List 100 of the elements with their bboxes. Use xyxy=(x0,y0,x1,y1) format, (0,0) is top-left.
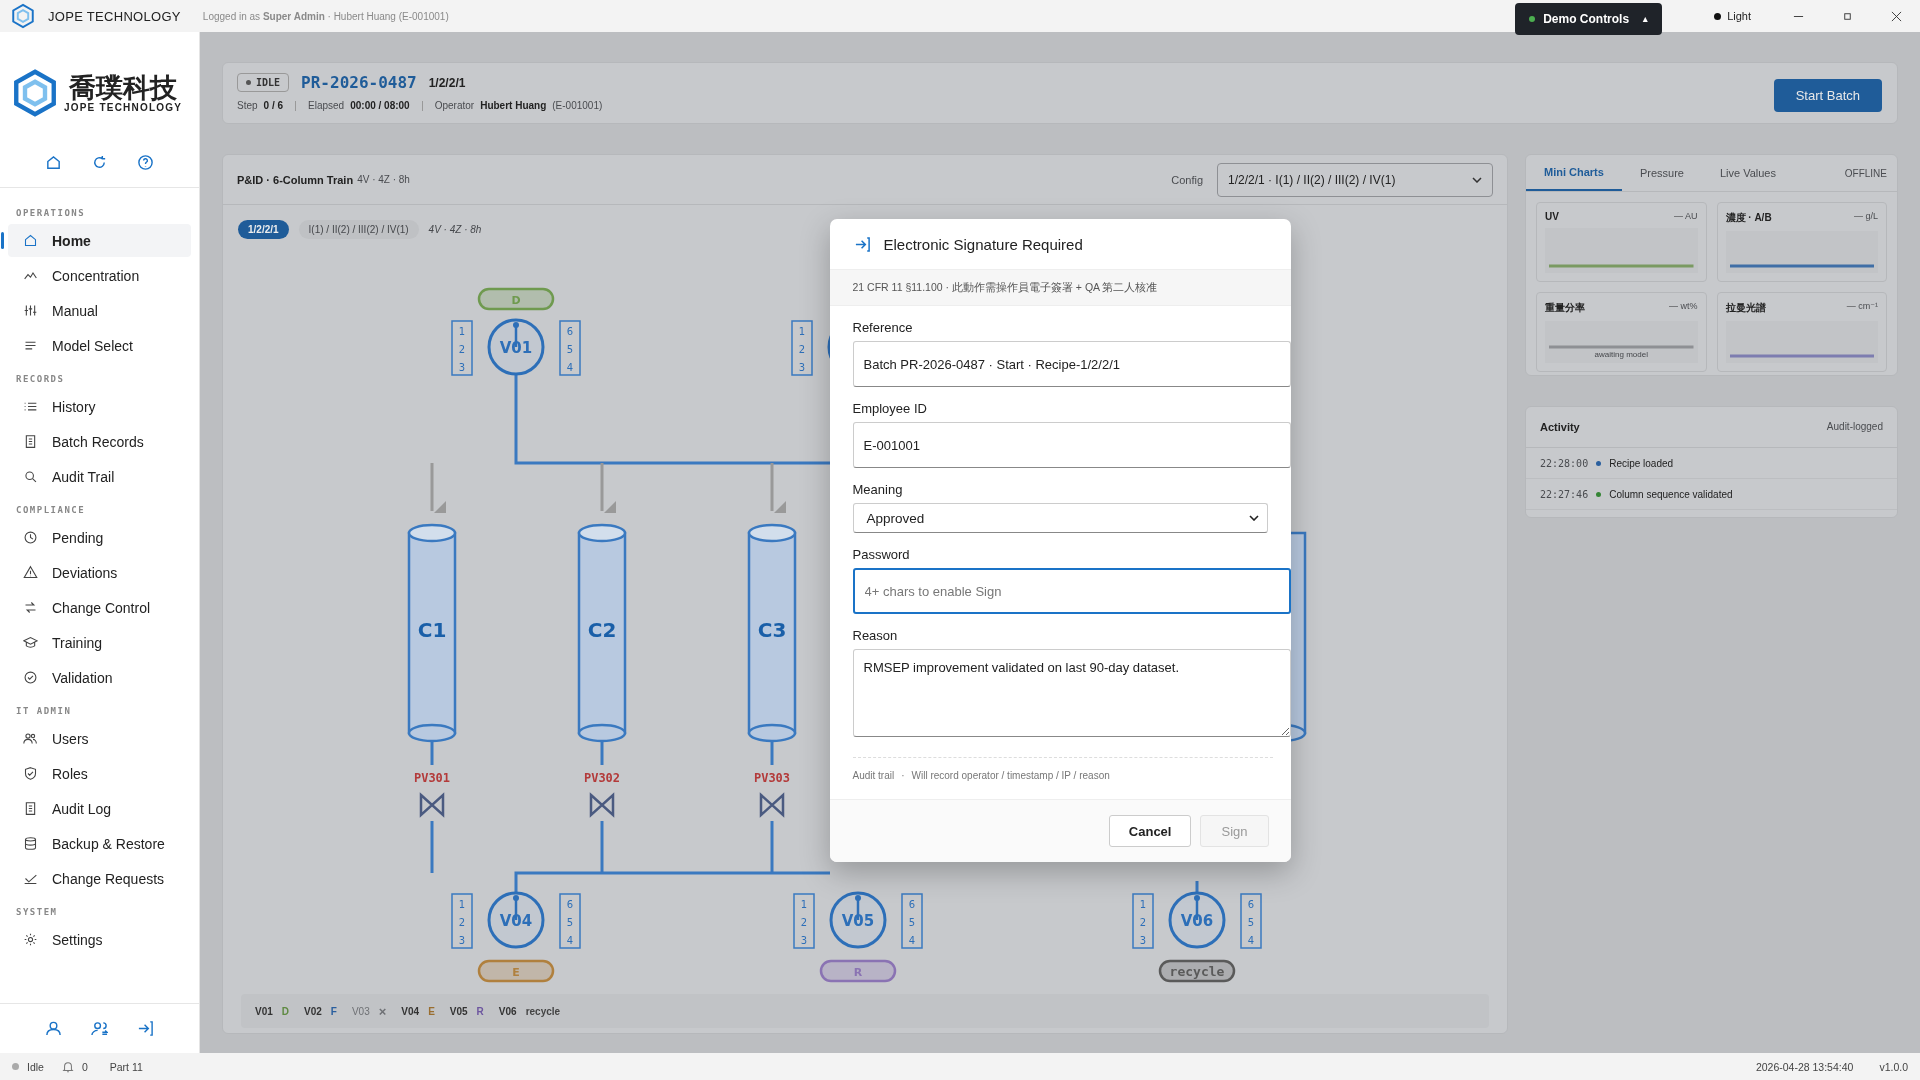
port-number: 5 xyxy=(1247,917,1255,928)
close-icon[interactable] xyxy=(1891,10,1902,22)
legend-valve: V05 xyxy=(449,1005,468,1017)
nav-item[interactable]: Manual xyxy=(8,294,191,327)
start-batch-button[interactable]: Start Batch xyxy=(1773,79,1882,112)
nav-item[interactable]: Training xyxy=(8,626,191,659)
port-number: 1 xyxy=(1139,899,1147,910)
elapsed-value: 00:00 / 08:00 xyxy=(350,100,410,111)
panel-tab[interactable]: Live Values xyxy=(1701,155,1794,191)
home-icon[interactable] xyxy=(44,154,62,171)
check-circle-icon xyxy=(23,670,38,685)
chart-title: 拉曼光譜 xyxy=(1725,301,1766,315)
port-number: 6 xyxy=(566,326,574,337)
valve-label: V06 xyxy=(1180,912,1214,930)
app-name: JOPE TECHNOLOGY xyxy=(48,8,181,24)
connection-status: OFFLINE xyxy=(1844,167,1887,179)
operator-label: Operator xyxy=(434,100,475,111)
recipe-chip[interactable]: I(1) / II(2) / III(2) / IV(1) xyxy=(298,219,419,239)
logo-chinese-name: 喬璞科技 xyxy=(69,72,177,103)
nav-item[interactable]: Validation xyxy=(8,661,191,694)
database-icon xyxy=(23,836,38,851)
activity-title: Activity xyxy=(1540,421,1580,433)
port-stack xyxy=(901,893,923,949)
reason-field[interactable]: RMSEP improvement validated on last 90-day dataset. xyxy=(852,649,1291,737)
nav-item[interactable]: Users xyxy=(8,722,191,755)
port-stack xyxy=(791,320,813,376)
port-number: 5 xyxy=(908,917,916,928)
port-number: 5 xyxy=(566,917,574,928)
alert-count: 0 xyxy=(81,1060,88,1073)
password-field[interactable]: 4+ chars to enable Sign xyxy=(852,568,1291,614)
valve-icon xyxy=(419,792,445,818)
valve-icon xyxy=(589,792,615,818)
separator-dot: · xyxy=(901,770,905,781)
logo-english-name: JOPE TECHNOLOGY xyxy=(64,102,182,114)
chart-title: UV xyxy=(1545,211,1559,222)
port-number: 3 xyxy=(458,362,466,373)
feed-arrow xyxy=(600,463,616,513)
cancel-button[interactable]: Cancel xyxy=(1108,815,1192,847)
nav-item[interactable]: Backup & Restore xyxy=(8,827,191,860)
nav-item[interactable]: Audit Log xyxy=(8,792,191,825)
text-field[interactable]: Batch PR-2026-0487 · Start · Recipe-1/2/2/1 xyxy=(852,341,1291,387)
section-heading: IT ADMIN xyxy=(15,705,73,718)
refresh-icon[interactable] xyxy=(91,154,108,171)
document-icon xyxy=(23,801,38,816)
pipe-line xyxy=(600,741,604,765)
port-number: 4 xyxy=(566,362,574,373)
nav-item[interactable]: Pending xyxy=(8,521,191,554)
nav-item[interactable]: Settings xyxy=(8,923,191,956)
date-time: 2026-04-28 13:54:40 xyxy=(1755,1060,1854,1073)
legend-valve: V06 xyxy=(498,1005,517,1017)
status-dot xyxy=(12,1063,19,1070)
port-stack xyxy=(793,893,815,949)
audit-note: Will record operator / timestamp / IP / reason xyxy=(911,770,1110,781)
nav-item[interactable]: Model Select xyxy=(8,329,191,362)
logout-icon[interactable] xyxy=(137,1020,155,1037)
nav-item[interactable]: Roles xyxy=(8,757,191,790)
port-number: 2 xyxy=(1139,917,1147,928)
chart-unit: — wt% xyxy=(1669,301,1698,313)
step-label: Step xyxy=(237,100,258,111)
nav-item[interactable]: Deviations xyxy=(8,556,191,589)
nav-item[interactable]: Concentration xyxy=(8,259,191,292)
nav-item[interactable]: Audit Trail xyxy=(8,460,191,493)
theme-toggle[interactable]: Light xyxy=(1714,10,1751,22)
state-badge: IDLE xyxy=(237,73,290,92)
operator-id: (E-001001) xyxy=(552,100,603,111)
config-label: Config xyxy=(1171,173,1203,186)
port-stack xyxy=(451,320,473,376)
column-label: C1 xyxy=(417,618,447,642)
section-heading: SYSTEM xyxy=(15,906,59,919)
port-number: 6 xyxy=(566,899,574,910)
port-number: 6 xyxy=(908,899,916,910)
nav-item[interactable]: History xyxy=(8,390,191,423)
recipe-label: 1/2/2/1 xyxy=(428,75,466,90)
legend-port: × xyxy=(378,1003,387,1019)
panel-tab[interactable]: Mini Charts xyxy=(1526,155,1622,191)
text-field[interactable]: E-001001 xyxy=(852,422,1291,468)
help-icon[interactable] xyxy=(137,154,155,171)
switch-user-icon[interactable] xyxy=(91,1020,108,1037)
user-icon[interactable] xyxy=(44,1020,62,1037)
chart-unit: — g/L xyxy=(1854,211,1878,223)
demo-controls-button[interactable]: Demo Controls ▴ xyxy=(1515,3,1663,35)
config-select[interactable]: 1/2/2/1 · I(1) / II(2) / III(2) / IV(1) xyxy=(1217,162,1493,197)
audit-label: Audit trail xyxy=(852,770,895,781)
panel-tab[interactable]: Pressure xyxy=(1621,155,1702,191)
dialog-subtitle: 21 CFR 11 §11.100 · 此動作需操作員電子簽署 + QA 第二人核准 xyxy=(829,269,1291,306)
dialog-title: Electronic Signature Required xyxy=(883,235,1083,253)
maximize-icon[interactable] xyxy=(1842,10,1853,22)
column-label: C3 xyxy=(757,618,787,642)
legend-valve: V02 xyxy=(304,1005,322,1017)
nav-item[interactable]: Change Control xyxy=(8,591,191,624)
valve-tag: PV303 xyxy=(753,771,791,785)
operator-name: Hubert Huang xyxy=(480,100,547,111)
field-label: Meaning xyxy=(852,482,904,497)
valve-label: V01 xyxy=(499,339,533,357)
status-dot xyxy=(246,80,251,85)
valve-tag: PV302 xyxy=(583,771,621,785)
dropdown[interactable]: Approved xyxy=(852,503,1268,533)
recipe-chip[interactable]: 1/2/2/1 xyxy=(238,219,289,239)
nav-item[interactable]: Change Requests xyxy=(8,862,191,895)
nav-item[interactable]: Batch Records xyxy=(8,425,191,458)
